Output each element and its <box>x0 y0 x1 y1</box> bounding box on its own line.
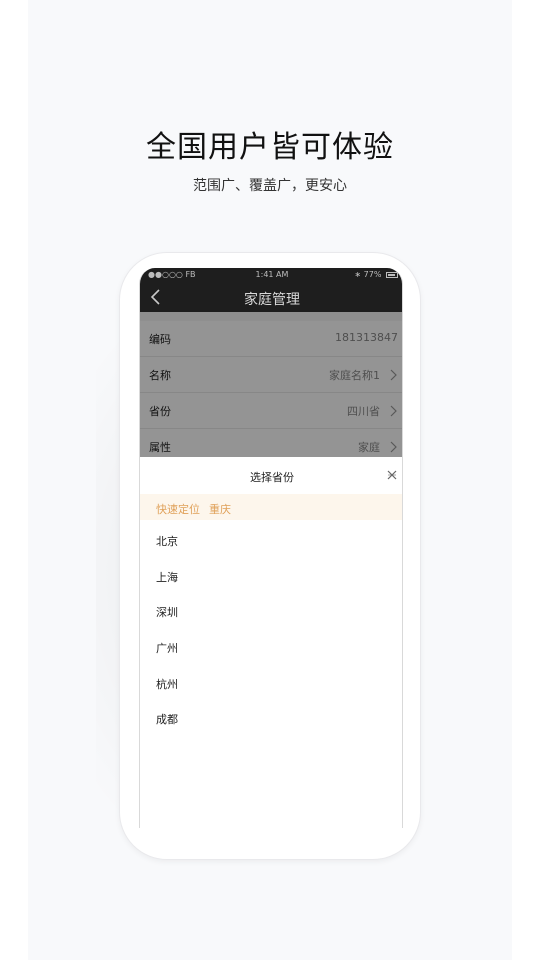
battery-icon <box>386 271 398 278</box>
city-item-beijing[interactable]: 北京 <box>156 533 178 549</box>
bluetooth-icon: ∗ <box>354 270 362 279</box>
phone-screen: ●●○○○ FB 1:41 AM ∗ 77% 家庭管理 编码 181313847… <box>139 268 403 828</box>
nav-bar: 家庭管理 <box>140 282 402 312</box>
province-picker-sheet: 选择省份 快速定位 重庆 北京 上海 深圳 广州 杭州 成都 <box>140 457 402 828</box>
phone-mockup: ●●○○○ FB 1:41 AM ∗ 77% 家庭管理 编码 181313847… <box>119 252 421 860</box>
promo-subline: 范围广、覆盖广，更安心 <box>193 178 347 194</box>
battery-percent: 77% <box>363 270 382 279</box>
nav-title: 家庭管理 <box>244 292 300 308</box>
city-item-guangzhou[interactable]: 广州 <box>156 640 178 656</box>
sheet-title: 选择省份 <box>250 471 294 484</box>
promo-page: 全国用户皆可体验 范围广、覆盖广，更安心 ●●○○○ FB 1:41 AM ∗ … <box>0 0 540 960</box>
city-item-shanghai[interactable]: 上海 <box>156 569 178 585</box>
quick-locate-city[interactable]: 重庆 <box>209 501 231 517</box>
promo-headline: 全国用户皆可体验 <box>146 130 394 165</box>
city-item-shenzhen[interactable]: 深圳 <box>156 604 178 620</box>
status-bar: ●●○○○ FB 1:41 AM ∗ 77% <box>140 268 402 282</box>
close-icon[interactable] <box>386 469 398 481</box>
content-area: 编码 181313847 名称 家庭名称1 省份 四川省 属性 家庭 选择省份 … <box>140 312 402 828</box>
status-battery: ∗ 77% <box>354 270 398 279</box>
city-item-hangzhou[interactable]: 杭州 <box>156 676 178 692</box>
city-item-chengdu[interactable]: 成都 <box>156 711 178 727</box>
quick-locate-bar: 快速定位 重庆 <box>140 494 402 520</box>
quick-locate-label: 快速定位 <box>156 503 200 516</box>
